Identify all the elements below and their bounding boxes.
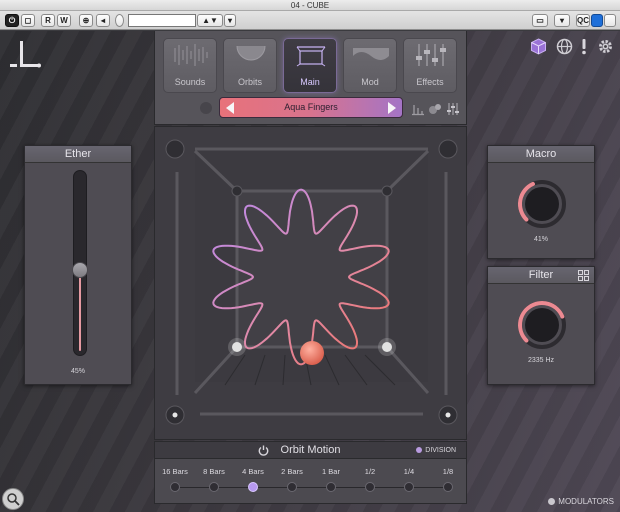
division-toggle[interactable]: DIVISION [416,442,456,459]
macro-panel: Macro 41% [487,145,595,259]
preset-selector[interactable]: Aqua Fingers [219,97,403,118]
write-button[interactable]: W [57,14,71,27]
orbit-motion-panel: Orbit Motion DIVISION 16 Bars 8 Bars 4 Bar… [154,441,467,504]
tab-sounds-label: Sounds [174,77,206,87]
division-dot-icon [416,446,423,453]
preset-name: Aqua Fingers [284,102,338,112]
ether-title: Ether [25,146,131,163]
ether-slider-thumb[interactable] [72,262,88,279]
bars-icon[interactable] [411,102,425,116]
options-dropdown[interactable]: ▾ [554,14,570,27]
undo-button[interactable]: ◂ [96,14,110,27]
camera-icon[interactable]: ▭ [532,14,548,27]
division-option[interactable] [326,482,336,492]
filter-panel: Filter 2335 Hz [487,266,595,385]
window-title: 04 - CUBE [290,1,330,10]
orbit-ball[interactable] [300,341,324,365]
macro-title: Macro [488,146,594,163]
settings-dot-icon[interactable] [115,14,124,27]
division-option-label: 1/4 [403,467,415,476]
tab-main-label: Main [300,77,320,87]
power-button[interactable]: ⏻ [5,14,19,27]
sliders-icon [416,44,446,66]
division-option[interactable] [209,482,219,492]
mod-wave-icon [353,48,389,60]
waveform-icon [174,44,208,66]
tab-orbits-label: Orbits [237,77,262,87]
window-icon[interactable] [604,14,616,27]
read-button[interactable]: R [41,14,55,27]
division-option[interactable] [287,482,297,492]
cube-frame-icon [296,46,326,67]
search-icon[interactable] [2,488,24,510]
ether-value: 45% [70,368,85,375]
shuffle-icon[interactable] [199,101,213,115]
cube-icon[interactable] [530,38,547,55]
mixer-icon[interactable] [446,102,460,116]
ether-slider-fill [79,274,81,351]
division-option-label: 1/8 [442,467,454,476]
orbit-motion-header: Orbit Motion DIVISION [155,442,466,459]
preset-nav-arrows[interactable]: ▲▼ [197,14,223,27]
brand-logo-icon [10,41,41,68]
ether-panel: Ether 45% [24,145,132,385]
tab-sounds[interactable]: Sounds [163,38,217,93]
division-option-label: 8 Bars [203,467,225,476]
division-option-label: 2 Bars [281,467,303,476]
division-option-label: 16 Bars [162,467,188,476]
preset-next-arrow-icon[interactable] [388,102,396,114]
cube-canvas [165,139,458,425]
globe-icon[interactable] [556,38,573,55]
tab-mod-label: Mod [361,77,379,87]
modulators-label: MODULATORS [558,497,614,506]
plugin-ui: Sounds Orbits Main Mod Effects Aqua Fing… [0,31,620,512]
division-option[interactable] [170,482,180,492]
navigation-panel: Sounds Orbits Main Mod Effects Aqua Fing… [154,31,467,125]
division-label: DIVISION [425,447,456,454]
modulators-button[interactable]: MODULATORS [548,497,614,506]
alert-icon[interactable] [579,38,589,55]
qc-button[interactable]: QC [576,14,590,27]
ether-slider[interactable] [72,170,88,356]
tab-orbits[interactable]: Orbits [223,38,277,93]
link-icon[interactable] [591,14,603,27]
division-option-label: 4 Bars [242,467,264,476]
bypass-button[interactable]: ◻ [21,14,35,27]
filter-type-icon[interactable] [578,270,589,281]
filter-knob[interactable] [516,299,568,351]
modulators-dot-icon [548,498,556,505]
division-option[interactable] [365,482,375,492]
host-toolbar: ⏻ ◻ R W ⊕ ◂ ▲▼ ▾ ▭ ▾ QC [0,11,620,30]
division-option[interactable] [443,482,453,492]
tab-mod[interactable]: Mod [343,38,397,93]
gear-icon[interactable] [597,38,614,55]
macro-knob[interactable] [516,178,568,230]
division-option[interactable] [248,482,258,492]
tab-effects[interactable]: Effects [403,38,457,93]
tab-main[interactable]: Main [283,38,337,93]
division-option-label: 1/2 [364,467,376,476]
orbits-icon [236,45,266,61]
division-option[interactable] [404,482,414,492]
cube-visualizer[interactable] [154,126,467,440]
tab-effects-label: Effects [416,77,444,87]
window-titlebar: 04 - CUBE [0,0,620,11]
preset-dropdown[interactable]: ▾ [224,14,236,27]
filter-value: 2335 Hz [527,357,555,364]
compare-button[interactable]: ⊕ [79,14,93,27]
dots-icon[interactable] [428,102,442,116]
division-option-label: 1 Bar [322,467,340,476]
preset-field[interactable] [128,14,196,27]
macro-value: 41% [533,236,548,243]
